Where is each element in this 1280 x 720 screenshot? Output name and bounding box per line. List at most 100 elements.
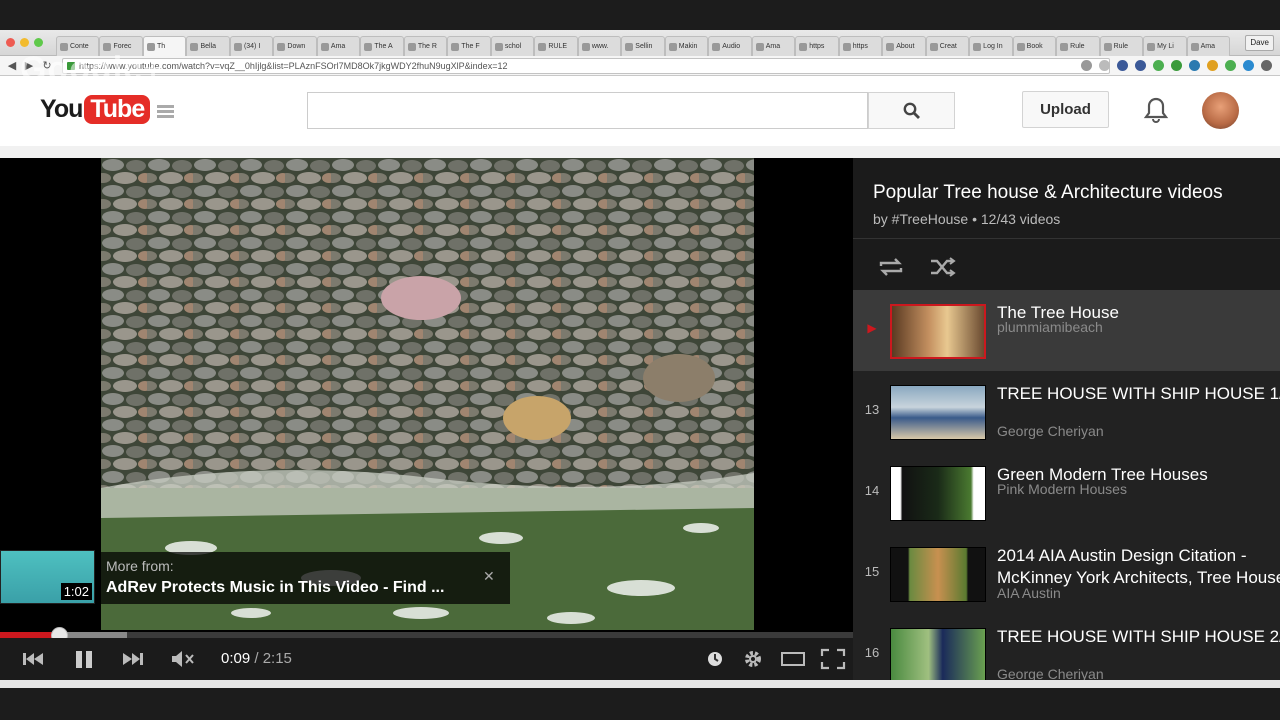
playlist-item-thumbnail[interactable]	[890, 547, 986, 602]
tab-label: Creat	[939, 43, 957, 50]
playlist-item-title[interactable]: 2014 AIA Austin Design Citation - McKinn…	[997, 545, 1280, 589]
shuffle-icon[interactable]	[929, 256, 957, 283]
notifications-bell-icon[interactable]	[1143, 96, 1169, 129]
tab-favicon-icon	[407, 42, 416, 51]
browser-tab[interactable]: The A	[360, 36, 404, 56]
now-playing-icon: ▶	[867, 321, 877, 335]
browser-tab[interactable]: www.	[577, 36, 622, 56]
ad-close-icon[interactable]: ✕	[483, 568, 495, 585]
tab-label: Ama	[330, 43, 346, 50]
playlist-item[interactable]: 16 TREE HOUSE WITH SHIP HOUSE 2/2 George C…	[853, 614, 1280, 680]
browser-tab[interactable]: Book	[1012, 36, 1057, 56]
settings-gear-icon[interactable]	[742, 648, 764, 670]
browser-tab[interactable]: Creat	[925, 36, 970, 56]
playlist-item[interactable]: ▶ The Tree House plummiamibeach	[853, 290, 1280, 371]
menu-icon[interactable]	[1261, 60, 1272, 71]
browser-tab[interactable]: Bella	[186, 36, 230, 56]
playlist-item-title[interactable]: TREE HOUSE WITH SHIP HOUSE 1/2	[997, 383, 1280, 405]
tab-favicon-icon	[1190, 42, 1199, 51]
current-time: 0:09	[221, 650, 251, 667]
browser-tab[interactable]: The F	[447, 36, 491, 56]
tab-favicon-icon	[190, 42, 199, 51]
browser-tab[interactable]: Makin	[664, 36, 709, 56]
ad-thumbnail[interactable]: 1:02	[0, 550, 95, 604]
browser-tab[interactable]: Audio	[708, 36, 752, 56]
bookmark-star-icon[interactable]	[1099, 60, 1110, 71]
browser-tab[interactable]: Sellin	[621, 36, 665, 56]
minimize-window-button[interactable]	[20, 38, 29, 47]
search-button[interactable]	[868, 92, 955, 129]
google-plus-watermark: Google+	[20, 50, 164, 88]
maximize-window-button[interactable]	[34, 38, 43, 47]
playlist-item-title[interactable]: TREE HOUSE WITH SHIP HOUSE 2/2	[997, 626, 1280, 648]
browser-tab[interactable]: The R	[403, 36, 448, 56]
loop-icon[interactable]	[877, 256, 905, 283]
close-window-button[interactable]	[6, 38, 15, 47]
browser-tab[interactable]: Log In	[969, 36, 1013, 56]
browser-tab[interactable]: schol	[490, 36, 535, 56]
back-icon[interactable]: ◀	[5, 59, 19, 73]
playlist-item[interactable]: 15 2014 AIA Austin Design Citation - McKi…	[853, 533, 1280, 614]
search-input[interactable]	[307, 92, 868, 129]
zoom-icon[interactable]	[1081, 60, 1092, 71]
theater-mode-icon[interactable]	[780, 648, 806, 670]
playlist-item-owner: George Cheriyan	[997, 423, 1104, 439]
upload-button[interactable]: Upload	[1022, 91, 1109, 128]
playlist-item[interactable]: 14 Green Modern Tree Houses Pink Modern Ho…	[853, 452, 1280, 533]
youtube-logo[interactable]: You Tube	[40, 95, 151, 124]
watch-later-icon[interactable]	[705, 648, 725, 670]
browser-tab[interactable]: About	[882, 36, 926, 56]
pause-icon[interactable]	[73, 648, 95, 670]
window-controls	[6, 38, 43, 47]
playlist-item-thumbnail[interactable]	[890, 628, 986, 680]
tab-label: https	[809, 43, 825, 50]
ad-title-link[interactable]: AdRev Protects Music in This Video - Fin…	[106, 579, 444, 597]
facebook-icon[interactable]	[1135, 60, 1146, 71]
guide-menu-icon[interactable]	[157, 105, 185, 119]
profile-button[interactable]: Dave	[1245, 35, 1274, 51]
browser-tab[interactable]: Rule	[1099, 36, 1144, 56]
tab-label: The A	[374, 43, 393, 50]
tab-label: Log In	[983, 43, 1003, 50]
tab-label: Makin	[678, 43, 698, 50]
tab-favicon-icon	[1147, 42, 1156, 51]
tab-label: Sellin	[635, 43, 653, 50]
video-player[interactable]: 1:02 More from: AdRev Protects Music in …	[0, 158, 853, 688]
playlist-item-index: 15	[864, 564, 880, 579]
browser-tab[interactable]: Down	[273, 36, 317, 56]
tab-favicon-icon	[277, 42, 286, 51]
extension-icon[interactable]	[1117, 60, 1128, 71]
browser-tab[interactable]: https	[838, 36, 883, 56]
mute-icon[interactable]	[170, 648, 196, 670]
avatar[interactable]	[1202, 92, 1239, 129]
browser-tab[interactable]: Ama	[316, 36, 361, 56]
extension-icon[interactable]	[1225, 60, 1236, 71]
address-bar[interactable]: https://www.youtube.com/watch?v=vqZ__0hI…	[62, 58, 1110, 74]
tab-label: The R	[417, 43, 437, 50]
previous-icon[interactable]	[22, 648, 44, 670]
playlist-item-thumbnail[interactable]	[890, 304, 986, 359]
extension-icon[interactable]	[1243, 60, 1254, 71]
playlist-title[interactable]: Popular Tree house & Architecture videos	[873, 182, 1223, 204]
browser-tab[interactable]: (34) I	[229, 36, 274, 56]
browser-tab[interactable]: Ama	[1186, 36, 1230, 56]
tab-favicon-icon	[451, 42, 460, 51]
extension-icon[interactable]	[1189, 60, 1200, 71]
browser-tab[interactable]: https	[795, 36, 839, 56]
playlist-item-thumbnail[interactable]	[890, 466, 986, 521]
extension-icon[interactable]	[1153, 60, 1164, 71]
next-icon[interactable]	[122, 648, 144, 670]
playlist-item[interactable]: 13 TREE HOUSE WITH SHIP HOUSE 1/2 George C…	[853, 371, 1280, 452]
fullscreen-icon[interactable]	[820, 648, 846, 670]
annotation-overlay[interactable]: 1:02 More from: AdRev Protects Music in …	[0, 550, 510, 604]
header-divider	[0, 146, 1280, 158]
extension-icon[interactable]	[1171, 60, 1182, 71]
logo-you-text: You	[40, 95, 83, 123]
browser-tab[interactable]: My Li	[1143, 36, 1187, 56]
playlist-item-thumbnail[interactable]	[890, 385, 986, 440]
browser-tab[interactable]: Ama	[751, 36, 796, 56]
tab-favicon-icon	[842, 42, 851, 51]
browser-tab[interactable]: RULE	[534, 36, 578, 56]
extension-icon[interactable]	[1207, 60, 1218, 71]
browser-tab[interactable]: Rule	[1056, 36, 1100, 56]
